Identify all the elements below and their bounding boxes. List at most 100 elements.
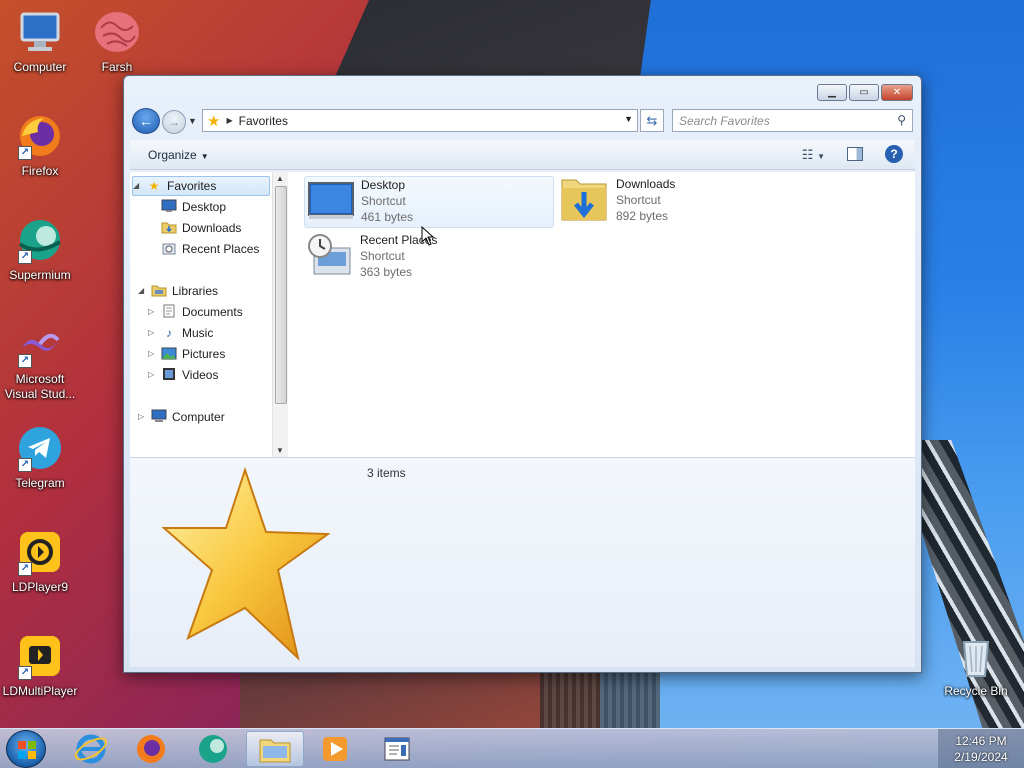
brain-icon bbox=[93, 8, 141, 56]
desktop-icon-recycle-bin[interactable]: Recycle Bin bbox=[936, 632, 1016, 699]
minimize-button[interactable]: ▁ bbox=[817, 84, 847, 101]
navigation-bar: ← → ▼ ★ ▶ Favorites ▼ ⇆ Search Favorites… bbox=[132, 108, 913, 134]
views-dropdown-icon: ▼ bbox=[817, 152, 825, 161]
nav-item-label: Documents bbox=[182, 305, 243, 319]
nav-item-documents[interactable]: ▷ Documents bbox=[148, 302, 243, 322]
taskbar-supermium[interactable] bbox=[184, 731, 242, 767]
nav-item-label: Desktop bbox=[182, 200, 227, 214]
back-button[interactable]: ← bbox=[132, 108, 160, 134]
expand-arrow-icon[interactable]: ▷ bbox=[138, 407, 148, 427]
media-player-icon bbox=[323, 737, 347, 761]
desktop-icon-label: Computer bbox=[13, 60, 67, 74]
desktop-icon-label: Microsoft Visual Stud... bbox=[4, 372, 76, 401]
computer-small-icon bbox=[150, 409, 168, 425]
file-name: Downloads bbox=[616, 177, 676, 191]
desktop-icon-farsh[interactable]: Farsh bbox=[77, 8, 157, 75]
nav-item-computer[interactable]: ▷ Computer bbox=[138, 407, 225, 427]
downloads-folder-icon bbox=[160, 220, 178, 236]
taskbar-file-explorer[interactable] bbox=[246, 731, 304, 767]
expand-arrow-icon[interactable]: ◢ bbox=[133, 176, 143, 196]
close-button[interactable]: ✕ bbox=[881, 84, 913, 101]
file-list: Desktop Shortcut 461 bytes Downloads Sho… bbox=[290, 172, 915, 457]
start-button[interactable] bbox=[6, 730, 46, 768]
documents-icon bbox=[160, 304, 178, 320]
explorer-window: ▁ ▭ ✕ ← → ▼ ★ ▶ Favorites ▼ ⇆ Search Fav… bbox=[123, 75, 922, 673]
desktop-icon-telegram[interactable]: ↗ Telegram bbox=[0, 424, 80, 491]
expand-arrow-icon[interactable]: ▷ bbox=[148, 365, 158, 385]
shortcut-arrow-icon: ↗ bbox=[18, 562, 32, 576]
expand-arrow-icon[interactable]: ▷ bbox=[148, 302, 158, 322]
nav-item-desktop[interactable]: Desktop bbox=[160, 197, 226, 217]
taskbar-internet-explorer[interactable] bbox=[62, 731, 120, 767]
navigation-pane: ◢ ★ Favorites Desktop Downloads Recent P… bbox=[130, 172, 288, 457]
file-item-desktop[interactable]: Desktop Shortcut 461 bytes bbox=[304, 176, 554, 228]
breadcrumb-separator-icon[interactable]: ▶ bbox=[226, 116, 232, 125]
system-clock[interactable]: 12:46 PM 2/19/2024 bbox=[938, 729, 1024, 768]
refresh-button[interactable]: ⇆ bbox=[640, 109, 664, 132]
taskbar-media-player[interactable] bbox=[306, 731, 364, 767]
taskbar-firefox[interactable] bbox=[122, 731, 180, 767]
nav-item-music[interactable]: ▷ ♪ Music bbox=[148, 323, 213, 343]
shortcut-arrow-icon: ↗ bbox=[18, 250, 32, 264]
supermium-icon: ↗ bbox=[16, 216, 64, 264]
nav-item-label: Pictures bbox=[182, 347, 226, 361]
preview-pane-button[interactable] bbox=[847, 147, 863, 161]
file-type: Shortcut bbox=[360, 249, 405, 263]
nav-pane-scrollbar[interactable]: ▲ ▼ bbox=[272, 172, 288, 457]
favorites-large-star-icon bbox=[161, 466, 330, 661]
forward-button[interactable]: → bbox=[162, 110, 186, 134]
wallpaper-building bbox=[540, 670, 660, 728]
organize-button[interactable]: Organize ▼ bbox=[148, 148, 209, 162]
file-size: 461 bytes bbox=[361, 210, 414, 224]
expand-arrow-icon[interactable]: ▷ bbox=[148, 323, 158, 343]
nav-item-recent-places[interactable]: Recent Places bbox=[160, 239, 259, 259]
recent-places-icon bbox=[160, 241, 178, 257]
clock-time: 12:46 PM bbox=[955, 734, 1007, 748]
nav-item-videos[interactable]: ▷ Videos bbox=[148, 365, 218, 385]
internet-explorer-icon bbox=[74, 734, 108, 764]
change-view-button[interactable]: ☷ ▼ bbox=[802, 147, 825, 163]
desktop-shortcut-icon bbox=[305, 177, 357, 223]
desktop-icon-firefox[interactable]: ↗ Firefox bbox=[0, 112, 80, 179]
desktop-icon-label: Recycle Bin bbox=[944, 684, 1008, 698]
desktop-icon-ldmultiplayer[interactable]: ↗ LDMultiPlayer bbox=[0, 632, 80, 699]
desktop-icon-visual-studio[interactable]: ↗ Microsoft Visual Stud... bbox=[0, 320, 80, 402]
scroll-down-icon[interactable]: ▼ bbox=[276, 446, 284, 455]
file-item-downloads[interactable]: Downloads Shortcut 892 bytes bbox=[560, 176, 760, 228]
desktop-icon-label: Supermium bbox=[9, 268, 71, 282]
taskbar: 12:46 PM 2/19/2024 bbox=[0, 728, 1024, 768]
file-size: 892 bytes bbox=[616, 209, 669, 223]
shortcut-arrow-icon: ↗ bbox=[18, 666, 32, 680]
window-controls: ▁ ▭ ✕ bbox=[817, 84, 913, 101]
desktop-icon bbox=[160, 199, 178, 215]
mouse-cursor-icon bbox=[421, 226, 435, 246]
desktop-icon-ldplayer9[interactable]: ↗ LDPlayer9 bbox=[0, 528, 80, 595]
libraries-icon bbox=[150, 283, 168, 299]
nav-item-label: Music bbox=[182, 326, 214, 340]
expand-arrow-icon[interactable]: ▷ bbox=[148, 344, 158, 364]
nav-item-label: Favorites bbox=[167, 179, 217, 193]
videos-icon bbox=[160, 367, 178, 383]
search-input[interactable]: Search Favorites ⚲ bbox=[672, 109, 913, 132]
maximize-button[interactable]: ▭ bbox=[849, 84, 879, 101]
taskbar-notepad-app[interactable] bbox=[368, 731, 426, 767]
shortcut-arrow-icon: ↗ bbox=[18, 146, 32, 160]
desktop-icon-computer[interactable]: Computer bbox=[0, 8, 80, 75]
nav-item-favorites[interactable]: ◢ ★ Favorites bbox=[132, 176, 270, 196]
desktop-icon-label: LDMultiPlayer bbox=[2, 684, 78, 698]
document-window-icon bbox=[384, 737, 410, 761]
recent-pages-dropdown[interactable]: ▼ bbox=[188, 116, 197, 126]
item-count: 3 items bbox=[367, 466, 406, 480]
nav-item-downloads[interactable]: Downloads bbox=[160, 218, 241, 238]
help-button[interactable]: ? bbox=[885, 145, 903, 163]
command-toolbar: Organize ▼ ☷ ▼ ? bbox=[130, 140, 915, 170]
scrollbar-thumb[interactable] bbox=[275, 186, 287, 404]
desktop-icon-supermium[interactable]: ↗ Supermium bbox=[0, 216, 80, 283]
nav-item-libraries[interactable]: ◢ Libraries bbox=[138, 281, 218, 301]
content-area: ◢ ★ Favorites Desktop Downloads Recent P… bbox=[130, 172, 915, 457]
nav-item-pictures[interactable]: ▷ Pictures bbox=[148, 344, 225, 364]
address-dropdown-icon[interactable]: ▼ bbox=[624, 114, 633, 124]
expand-arrow-icon[interactable]: ◢ bbox=[138, 281, 148, 301]
scroll-up-icon[interactable]: ▲ bbox=[276, 174, 284, 183]
address-bar[interactable]: ★ ▶ Favorites ▼ bbox=[202, 109, 638, 132]
